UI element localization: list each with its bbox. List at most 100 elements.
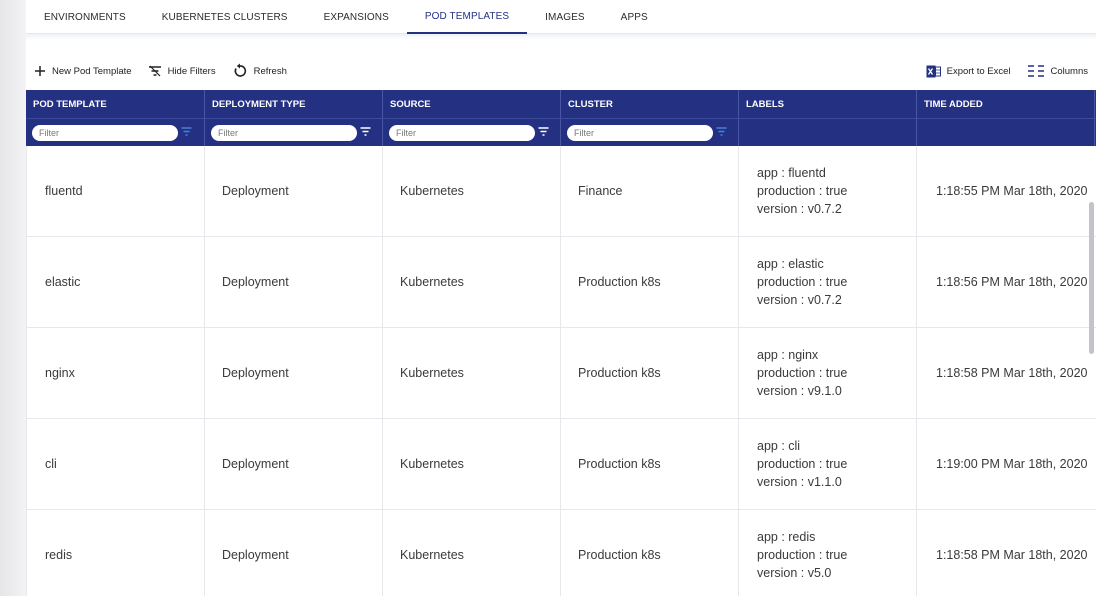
tab-pod-templates[interactable]: POD TEMPLATES — [406, 0, 528, 34]
label-app: app : elastic — [757, 257, 824, 271]
label-production: production : true — [757, 366, 848, 380]
cell-deployment-type: Deployment — [205, 146, 383, 236]
cell-cluster: Production k8s — [561, 419, 739, 509]
cell-pod-template: cli — [26, 419, 205, 509]
cell-source: Kubernetes — [383, 237, 561, 327]
table-row[interactable]: nginx Deployment Kubernetes Production k… — [26, 328, 1096, 419]
filter-input-pod-template[interactable] — [32, 124, 178, 141]
filter-off-icon — [148, 65, 161, 77]
cell-pod-template: redis — [26, 510, 205, 596]
tab-apps[interactable]: APPS — [603, 0, 666, 34]
refresh-label: Refresh — [253, 65, 287, 77]
tab-bar: ENVIRONMENTS KUBERNETES CLUSTERS EXPANSI… — [26, 0, 1096, 34]
filter-input-cluster[interactable] — [567, 124, 713, 141]
header-deployment-type[interactable]: DEPLOYMENT TYPE — [205, 90, 383, 118]
filter-input-source[interactable] — [389, 124, 535, 141]
label-version: version : v0.7.2 — [757, 202, 842, 216]
filter-cell-labels — [739, 119, 917, 146]
export-to-excel-label: Export to Excel — [946, 65, 1011, 77]
cell-pod-template: nginx — [26, 328, 205, 418]
new-pod-template-label: New Pod Template — [52, 65, 132, 77]
cell-time-added: 1:18:58 PM Mar 18th, 2020 — [936, 548, 1088, 562]
cell-source: Kubernetes — [383, 510, 561, 596]
vertical-scrollbar[interactable] — [1089, 202, 1094, 354]
hide-filters-button[interactable]: Hide Filters — [140, 58, 224, 84]
left-gutter — [0, 0, 26, 596]
label-app: app : fluentd — [757, 166, 826, 180]
label-app: app : cli — [757, 439, 801, 453]
table-row[interactable]: elastic Deployment Kubernetes Production… — [26, 237, 1096, 328]
cell-time-added: 1:18:55 PM Mar 18th, 2020 — [936, 184, 1088, 198]
filter-cell-deployment-type — [205, 119, 383, 146]
columns-button[interactable]: Columns — [1019, 58, 1096, 84]
label-version: version : v5.0 — [757, 566, 832, 580]
grid-filter-row — [26, 118, 1096, 146]
label-production: production : true — [757, 275, 848, 289]
refresh-icon — [234, 63, 246, 77]
cell-cluster: Production k8s — [561, 510, 739, 596]
filter-cell-pod-template — [26, 119, 205, 146]
filter-cell-time-added — [917, 119, 1095, 146]
tab-expansions[interactable]: EXPANSIONS — [306, 0, 407, 34]
tab-images[interactable]: IMAGES — [527, 0, 603, 34]
cell-labels: app : redis production : true version : … — [739, 510, 917, 596]
new-pod-template-button[interactable]: New Pod Template — [26, 58, 140, 84]
tab-environments[interactable]: ENVIRONMENTS — [26, 0, 144, 34]
cell-time-added: 1:18:58 PM Mar 18th, 2020 — [936, 366, 1088, 380]
label-production: production : true — [757, 184, 848, 198]
label-app: app : nginx — [757, 348, 819, 362]
cell-pod-template: elastic — [26, 237, 205, 327]
columns-label: Columns — [1050, 65, 1089, 77]
header-source[interactable]: SOURCE — [383, 90, 561, 118]
header-pod-template[interactable]: POD TEMPLATE — [26, 90, 205, 118]
header-time-added[interactable]: TIME ADDED — [917, 90, 1095, 118]
label-version: version : v0.7.2 — [757, 293, 842, 307]
tab-bar-shadow — [26, 34, 1096, 40]
header-labels[interactable]: LABELS — [739, 90, 917, 118]
cell-deployment-type: Deployment — [205, 328, 383, 418]
export-to-excel-button[interactable]: Export to Excel — [918, 58, 1019, 84]
cell-labels: app : elastic production : true version … — [739, 237, 917, 327]
filter-input-deployment-type[interactable] — [211, 124, 357, 141]
table-row[interactable]: cli Deployment Kubernetes Production k8s… — [26, 419, 1096, 510]
tab-kubernetes-clusters[interactable]: KUBERNETES CLUSTERS — [144, 0, 306, 34]
cell-deployment-type: Deployment — [205, 510, 383, 596]
label-production: production : true — [757, 457, 848, 471]
cell-labels: app : cli production : true version : v1… — [739, 419, 917, 509]
pod-templates-grid: POD TEMPLATE DEPLOYMENT TYPE SOURCE CLUS… — [26, 90, 1096, 596]
cell-labels: app : nginx production : true version : … — [739, 328, 917, 418]
cell-time-added: 1:18:56 PM Mar 18th, 2020 — [936, 275, 1088, 289]
filter-icon[interactable] — [538, 127, 549, 137]
cell-source: Kubernetes — [383, 419, 561, 509]
cell-source: Kubernetes — [383, 146, 561, 236]
cell-labels: app : fluentd production : true version … — [739, 146, 917, 236]
label-version: version : v9.1.0 — [757, 384, 842, 398]
filter-icon[interactable] — [181, 127, 192, 137]
cell-time-added: 1:19:00 PM Mar 18th, 2020 — [936, 457, 1088, 471]
cell-deployment-type: Deployment — [205, 237, 383, 327]
table-row[interactable]: redis Deployment Kubernetes Production k… — [26, 510, 1096, 596]
cell-source: Kubernetes — [383, 328, 561, 418]
filter-cell-source — [383, 119, 561, 146]
header-cluster[interactable]: CLUSTER — [561, 90, 739, 118]
excel-icon — [926, 65, 941, 77]
hide-filters-label: Hide Filters — [167, 65, 216, 77]
label-version: version : v1.1.0 — [757, 475, 842, 489]
label-production: production : true — [757, 548, 848, 562]
cell-cluster: Production k8s — [561, 328, 739, 418]
filter-icon[interactable] — [716, 127, 727, 137]
cell-pod-template: fluentd — [26, 146, 205, 236]
grid-header-row: POD TEMPLATE DEPLOYMENT TYPE SOURCE CLUS… — [26, 90, 1096, 118]
cell-cluster: Finance — [561, 146, 739, 236]
refresh-button[interactable]: Refresh — [224, 58, 295, 84]
grid-body: fluentd Deployment Kubernetes Finance ap… — [26, 146, 1096, 596]
table-row[interactable]: fluentd Deployment Kubernetes Finance ap… — [26, 146, 1096, 237]
cell-cluster: Production k8s — [561, 237, 739, 327]
cell-deployment-type: Deployment — [205, 419, 383, 509]
label-app: app : redis — [757, 530, 816, 544]
toolbar: New Pod Template Hide Filters Refresh Ex… — [26, 58, 1096, 84]
filter-icon[interactable] — [360, 127, 371, 137]
plus-icon — [35, 66, 45, 76]
filter-cell-cluster — [561, 119, 739, 146]
columns-icon — [1027, 65, 1044, 77]
